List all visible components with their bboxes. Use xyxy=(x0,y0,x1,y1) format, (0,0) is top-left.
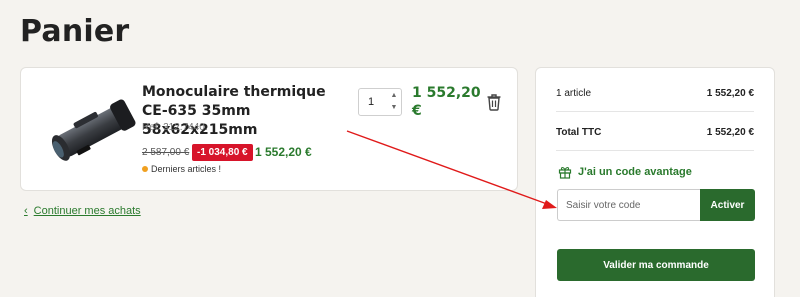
old-price: 2 587,00 € xyxy=(142,147,190,158)
quantity-stepper[interactable]: 1 ▲ ▼ xyxy=(358,88,402,116)
continue-shopping-label: Continuer mes achats xyxy=(33,205,141,217)
activate-voucher-button[interactable]: Activer xyxy=(700,189,755,221)
trash-icon[interactable] xyxy=(486,93,502,111)
summary-items-label: 1 article xyxy=(556,88,592,99)
sale-price: 1 552,20 € xyxy=(255,145,312,159)
summary-total-row: Total TTC 1 552,20 € xyxy=(556,127,754,138)
continue-shopping-link[interactable]: ‹ Continuer mes achats xyxy=(24,205,141,217)
product-ref: Ref: 312.7440. xyxy=(142,122,208,133)
line-total: 1 552,20 € xyxy=(412,85,481,119)
thermal-monocular-image[interactable] xyxy=(39,92,143,166)
summary-items-value: 1 552,20 € xyxy=(706,88,754,99)
gift-icon xyxy=(558,167,572,179)
chevron-down-icon[interactable]: ▼ xyxy=(390,103,398,113)
discount-badge: -1 034,80 € xyxy=(192,144,253,161)
summary-total-label: Total TTC xyxy=(556,127,602,138)
page-title: Panier xyxy=(20,14,130,49)
stock-note: Derniers articles ! xyxy=(142,164,221,174)
stock-status-dot xyxy=(142,166,148,172)
cart-item-card: Monoculaire thermique CE-635 35mm 58x62x… xyxy=(20,67,518,191)
checkout-button[interactable]: Valider ma commande xyxy=(557,249,755,281)
summary-total-value: 1 552,20 € xyxy=(706,127,754,138)
quantity-value[interactable]: 1 xyxy=(368,96,374,108)
chevron-up-icon[interactable]: ▲ xyxy=(390,91,398,101)
divider xyxy=(556,150,754,151)
voucher-toggle[interactable]: J'ai un code avantage xyxy=(558,165,692,179)
summary-items-row: 1 article 1 552,20 € xyxy=(556,88,754,99)
order-summary: 1 article 1 552,20 € Total TTC 1 552,20 … xyxy=(535,67,775,297)
voucher-title: J'ai un code avantage xyxy=(578,166,692,178)
divider xyxy=(556,111,754,112)
stock-note-text: Derniers articles ! xyxy=(151,164,222,174)
chevron-left-icon: ‹ xyxy=(24,205,28,217)
voucher-code-input[interactable] xyxy=(557,189,701,221)
